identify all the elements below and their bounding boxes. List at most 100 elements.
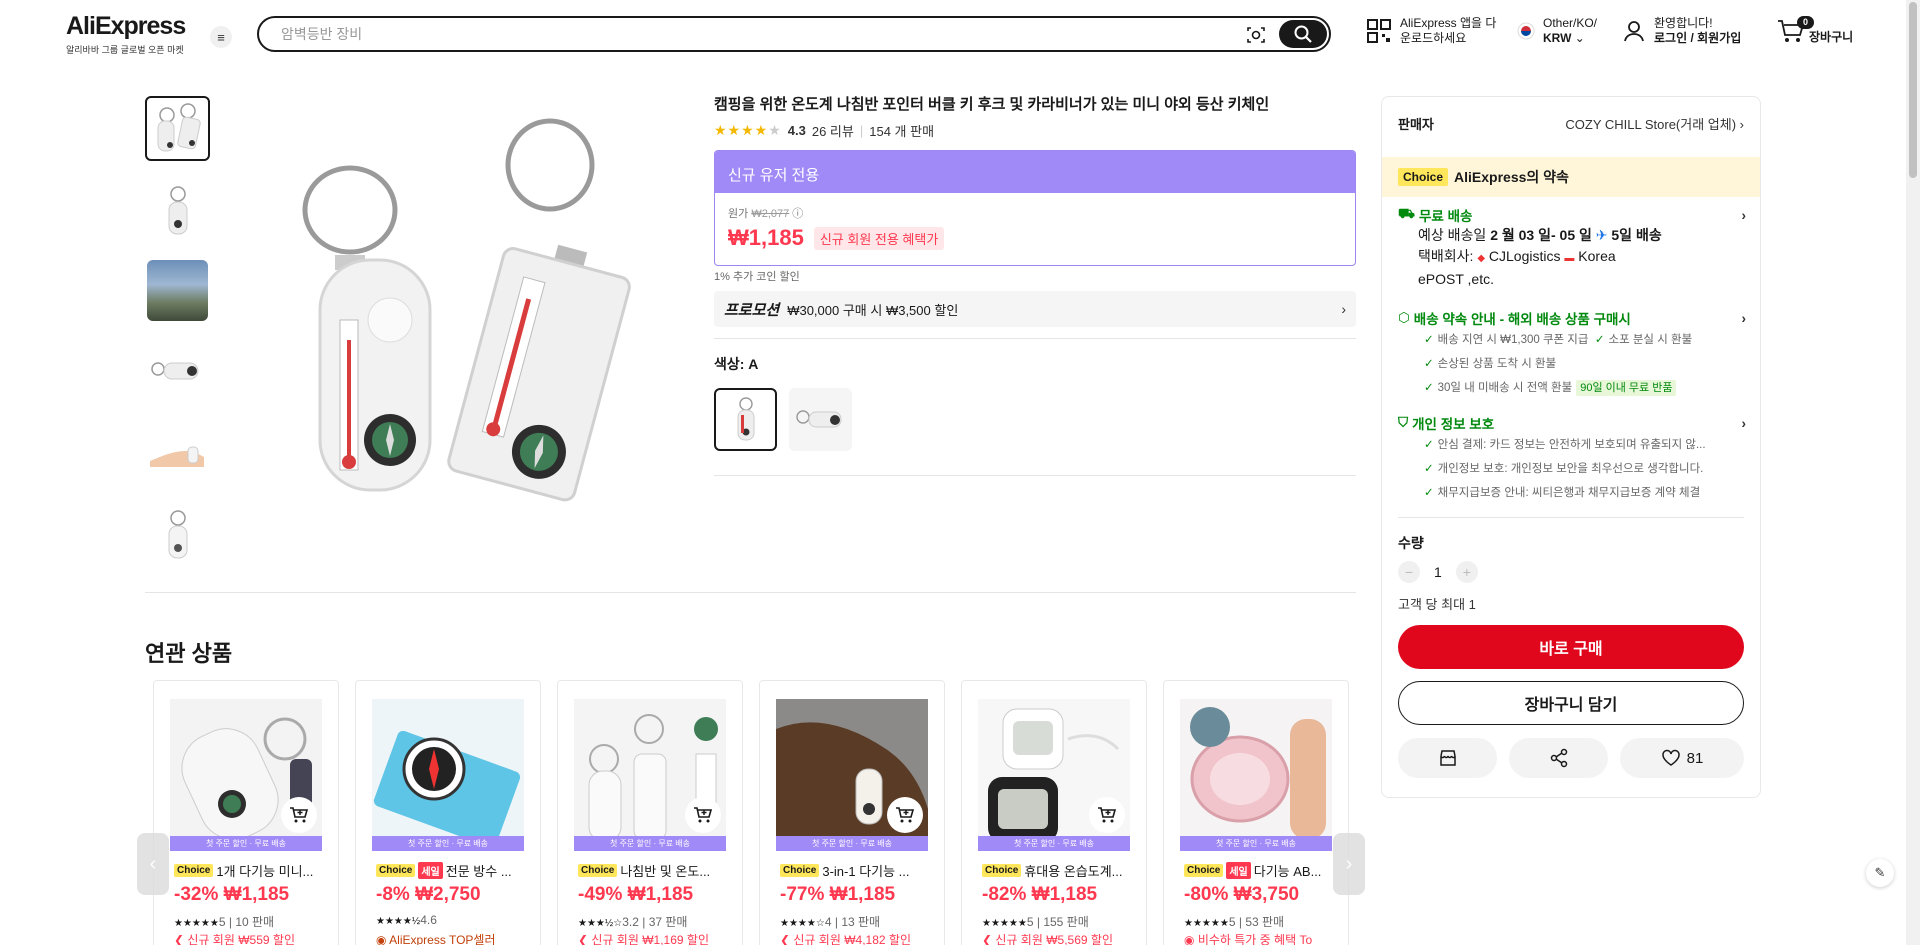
account-greeting: 환영합니다! — [1654, 16, 1713, 30]
qr-icon — [1367, 19, 1391, 43]
add-to-cart-icon[interactable] — [887, 797, 923, 833]
new-user-header: 신규 유저 전용 — [715, 151, 1355, 193]
color-option-b[interactable] — [789, 388, 852, 451]
aliexpress-promise-banner: Choice AliExpress의 약속 — [1382, 157, 1760, 197]
scrollbar-thumb[interactable] — [1909, 2, 1917, 178]
product-image — [1180, 699, 1332, 851]
privacy-item: ✓ 개인정보 보호: 개인정보 보안을 최우선으로 생각합니다. — [1424, 463, 1704, 475]
privacy-title: 개인 정보 보호 — [1412, 417, 1495, 432]
guarantee-title: 배송 약속 안내 - 해외 배송 상품 구매시 — [1413, 312, 1631, 327]
chevron-right-icon: › — [1741, 207, 1747, 223]
menu-icon[interactable]: ≡ — [210, 26, 232, 48]
promotion-label: 프로모션 — [724, 301, 780, 319]
chevron-right-icon: › — [1741, 310, 1747, 326]
related-card-3[interactable]: 첫 주문 할인 · 무료 배송 Choice 나침반 및 온도... -49% ₩… — [557, 680, 743, 945]
promise-text: AliExpress의 약속 — [1454, 169, 1569, 185]
heart-icon — [1661, 749, 1680, 766]
product-name: Choice 나침반 및 온도... — [578, 861, 728, 880]
related-card-6[interactable]: 첫 주문 할인 · 무료 배송 Choice 세일 다기능 AB... -80% ₩… — [1163, 680, 1349, 945]
carousel-next-button[interactable]: › — [1333, 833, 1365, 895]
user-icon — [1624, 21, 1644, 42]
divider — [714, 338, 1356, 339]
delivery-estimate: 예상 배송일 2 월 03 일- 05 일 ✈ 5일 배송 — [1418, 227, 1662, 243]
product-name: Choice 세일 다기능 AB... — [1184, 861, 1334, 880]
chevron-right-icon: › — [1741, 415, 1747, 431]
coupon-text: ❮ 신규 회원 ₩559 할인 — [174, 933, 295, 945]
divider — [714, 475, 1356, 476]
max-per-customer: 고객 당 최대 1 — [1398, 597, 1476, 612]
coupon-text: ❮ 신규 회원 ₩1,169 할인 — [578, 933, 709, 945]
coupon-text: ❮ 신규 회원 ₩5,569 할인 — [982, 933, 1113, 945]
thumbnail-5[interactable] — [145, 420, 210, 485]
color-option-a[interactable] — [714, 388, 777, 451]
seller-row[interactable]: 판매자 COZY CHILL Store(거래 업체) › — [1398, 114, 1744, 133]
account-login: 로그인 / 회원가입 — [1654, 31, 1742, 45]
delivery-guarantee-section[interactable]: ⬡ 배송 약속 안내 - 해외 배송 상품 구매시 › ✓ 배송 지연 시 ₩1,30… — [1398, 308, 1746, 400]
search-button[interactable] — [1279, 20, 1327, 48]
thumbnail-3[interactable] — [145, 258, 210, 323]
cart-link[interactable]: 0 장바구니 — [1777, 16, 1853, 48]
product-name: Choice 3-in-1 다기능 ... — [780, 861, 930, 880]
camera-search-icon[interactable] — [1245, 24, 1267, 46]
truck-icon: ⛟ — [1398, 206, 1415, 221]
promotion-bar[interactable]: 프로모션 ₩30,000 구매 시 ₩3,500 할인 › — [714, 291, 1356, 327]
product-meta: ★★★★★5 | 155 판매 — [982, 915, 1089, 929]
package-icon: ⬡ — [1398, 310, 1410, 325]
wishlist-button[interactable]: 81 — [1620, 738, 1744, 778]
thumbnail-6[interactable] — [145, 501, 210, 566]
carousel-prev-button[interactable]: ‹ — [137, 833, 169, 895]
decrease-button[interactable]: − — [1398, 561, 1420, 583]
korea-flag-icon — [1517, 22, 1535, 40]
privacy-item: ✓ 채무지급보증 안내: 씨티은행과 채무지급보증 계약 체결 — [1424, 487, 1701, 499]
buy-now-button[interactable]: 바로 구매 — [1398, 625, 1744, 669]
thumbnail-2[interactable] — [145, 177, 210, 242]
thumbnail-4[interactable] — [145, 339, 210, 404]
share-icon — [1550, 748, 1567, 768]
related-card-5[interactable]: 첫 주문 할인 · 무료 배송 Choice 휴대용 온습도계... -82% ₩… — [961, 680, 1147, 945]
add-to-cart-icon[interactable] — [685, 797, 721, 833]
add-to-cart-button[interactable]: 장바구니 담기 — [1398, 681, 1744, 725]
product-price: -49% ₩1,185 — [578, 884, 694, 905]
product-price: -32% ₩1,185 — [174, 884, 290, 905]
region-line1: Other/KO/ — [1543, 16, 1598, 30]
product-price: -82% ₩1,185 — [982, 884, 1098, 905]
shipping-section[interactable]: ⛟ 무료 배송 › 예상 배송일 2 월 03 일- 05 일 ✈ 5일 배송 택배… — [1398, 205, 1746, 290]
sale-price: ₩1,185 — [728, 225, 804, 250]
share-button[interactable] — [1509, 738, 1608, 778]
privacy-section[interactable]: ⛉ 개인 정보 보호 › ✓ 안심 결제: 카드 정보는 안전하게 보호되며 유출되지… — [1398, 413, 1746, 505]
thumbnail-list — [145, 96, 210, 582]
related-carousel: 첫 주문 할인 · 무료 배송 Choice 1개 다기능 미니... -32% … — [153, 680, 1349, 945]
edit-icon[interactable]: ✎ — [1866, 859, 1894, 887]
thumbnail-1[interactable] — [145, 96, 210, 161]
choice-badge: Choice — [1398, 168, 1449, 186]
promo-strip: 첫 주문 할인 · 무료 배송 — [372, 836, 524, 851]
shield-icon: ⛉ — [1398, 415, 1409, 430]
related-card-4[interactable]: 첫 주문 할인 · 무료 배송 Choice 3-in-1 다기능 ... -77… — [759, 680, 945, 945]
logo[interactable]: AliExpress 알리바바 그룹 글로벌 오픈 마켓 — [66, 12, 186, 56]
add-to-cart-icon[interactable] — [281, 797, 317, 833]
region-selector[interactable]: Other/KO/ KRW ⌄ — [1517, 16, 1597, 46]
account-link[interactable]: 환영합니다! 로그인 / 회원가입 — [1622, 16, 1741, 46]
app-download-link[interactable]: AliExpress 앱을 다 운로드하세요 — [1366, 16, 1496, 46]
related-card-1[interactable]: 첫 주문 할인 · 무료 배송 Choice 1개 다기능 미니... -32% … — [153, 680, 339, 945]
product-price: -8% ₩2,750 — [376, 884, 481, 905]
carrier-line-2: ePOST ,etc. — [1418, 271, 1494, 287]
product-meta: ★★★½☆3.2 | 37 판매 — [578, 915, 688, 929]
search-bar — [257, 16, 1331, 52]
page-scrollbar[interactable] — [1906, 0, 1920, 945]
product-price: -77% ₩1,185 — [780, 884, 896, 905]
increase-button[interactable]: + — [1455, 561, 1478, 583]
add-to-cart-icon[interactable] — [1089, 797, 1125, 833]
search-icon — [1294, 25, 1312, 43]
rating-row[interactable]: ★★★★★ 4.3 26 리뷰 | 154 개 판매 — [714, 121, 934, 140]
search-input[interactable] — [281, 24, 1181, 44]
quantity-stepper: − 1 + — [1398, 561, 1478, 583]
store-button[interactable] — [1398, 738, 1497, 778]
guarantee-item: ✓ 30일 내 미배송 시 전액 환불 90일 이내 무료 반품 — [1398, 376, 1746, 400]
app-download-line1: AliExpress 앱을 다 — [1400, 16, 1497, 30]
main-product-image[interactable] — [290, 110, 650, 520]
promotion-text: ₩30,000 구매 시 ₩3,500 할인 — [787, 302, 959, 318]
related-card-2[interactable]: 첫 주문 할인 · 무료 배송 Choice 세일 전문 방수 ... -8% ₩2… — [355, 680, 541, 945]
cart-count-badge: 0 — [1797, 16, 1815, 29]
original-price-row: 원가 ₩2,077 ⓘ — [728, 208, 804, 220]
